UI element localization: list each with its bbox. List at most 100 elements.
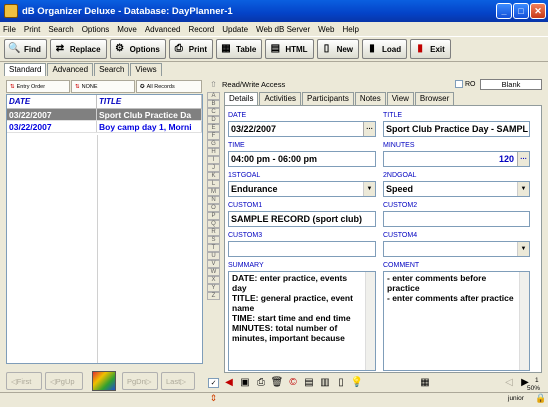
alpha-z[interactable]: Z xyxy=(207,292,220,300)
find-button[interactable]: 🔍 Find xyxy=(4,39,47,59)
lightbulb-icon[interactable]: 💡 xyxy=(350,376,364,390)
alpha-m[interactable]: M xyxy=(207,188,220,196)
minimize-button[interactable]: _ xyxy=(496,3,512,19)
attach-icon[interactable]: ▯ xyxy=(334,376,348,390)
record-list[interactable]: DATE TITLE 03/22/2007 Sport Club Practic… xyxy=(6,94,203,364)
alpha-s[interactable]: S xyxy=(207,236,220,244)
tab-standard[interactable]: Standard xyxy=(4,63,47,76)
date-picker-button[interactable]: … xyxy=(363,122,375,136)
goal2-select[interactable]: Speed ▼ xyxy=(383,181,530,197)
entry-order-button[interactable]: ⇅ Entry Order xyxy=(6,80,70,93)
alpha-w[interactable]: W xyxy=(207,268,220,276)
alpha-k[interactable]: K xyxy=(207,172,220,180)
column-title[interactable]: TITLE xyxy=(97,95,202,108)
minutes-field[interactable]: 120… xyxy=(383,151,530,167)
none-button[interactable]: ⇅ NONE xyxy=(71,80,135,93)
tab-view[interactable]: View xyxy=(386,92,414,105)
menu-search[interactable]: Search xyxy=(48,25,73,34)
chevron-down-icon[interactable]: ▼ xyxy=(517,242,529,256)
all-records-button[interactable]: ✪ All Records xyxy=(136,80,202,93)
alpha-u[interactable]: U xyxy=(207,252,220,260)
pgdn-button[interactable]: PgDn ▷ xyxy=(122,372,158,390)
chevron-down-icon[interactable]: ▼ xyxy=(517,182,529,196)
summary-textarea[interactable]: DATE: enter practice, events day TITLE: … xyxy=(228,271,376,371)
alpha-q[interactable]: Q xyxy=(207,220,220,228)
alpha-b[interactable]: B xyxy=(207,100,220,108)
arrow-up-icon[interactable]: ⇧ xyxy=(208,80,219,90)
alpha-r[interactable]: R xyxy=(207,228,220,236)
close-button[interactable]: ✕ xyxy=(530,3,546,19)
alpha-t[interactable]: T xyxy=(207,244,220,252)
alpha-c[interactable]: C xyxy=(207,108,220,116)
check-icon[interactable]: ✓ xyxy=(208,378,219,388)
alpha-n[interactable]: N xyxy=(207,196,220,204)
alpha-g[interactable]: G xyxy=(207,140,220,148)
menu-web[interactable]: Web xyxy=(318,25,334,34)
print-icon[interactable]: ⎙ xyxy=(254,376,268,390)
alpha-i[interactable]: I xyxy=(207,156,220,164)
minutes-button[interactable]: … xyxy=(517,152,529,166)
import-icon[interactable]: ▥ xyxy=(318,376,332,390)
tab-browser[interactable]: Browser xyxy=(414,92,455,105)
tab-views[interactable]: Views xyxy=(130,63,162,76)
menu-record[interactable]: Record xyxy=(188,25,214,34)
exit-button[interactable]: ▮ Exit xyxy=(410,39,451,59)
blank-button[interactable]: Blank xyxy=(480,79,542,90)
tab-search[interactable]: Search xyxy=(94,63,130,76)
comment-textarea[interactable]: - enter comments before practice - enter… xyxy=(383,271,530,371)
alpha-y[interactable]: Y xyxy=(207,284,220,292)
comment-scrollbar[interactable] xyxy=(519,272,529,370)
alpha-h[interactable]: H xyxy=(207,148,220,156)
alpha-l[interactable]: L xyxy=(207,180,220,188)
chevron-down-icon[interactable]: ▼ xyxy=(363,182,375,196)
tab-details[interactable]: Details xyxy=(224,92,259,105)
date-field[interactable]: 03/22/2007… xyxy=(228,121,376,137)
menu-move[interactable]: Move xyxy=(117,25,137,34)
prev-icon[interactable]: ◁ xyxy=(502,376,516,390)
table-button[interactable]: ▦ Table xyxy=(216,39,263,59)
tab-advanced[interactable]: Advanced xyxy=(47,63,94,76)
ro-checkbox[interactable]: RO xyxy=(455,80,476,88)
html-button[interactable]: ▤ HTML xyxy=(265,39,314,59)
menu-print[interactable]: Print xyxy=(24,25,40,34)
last-button[interactable]: Last ▷ xyxy=(161,372,195,390)
menu-advanced[interactable]: Advanced xyxy=(145,25,181,34)
tab-notes[interactable]: Notes xyxy=(354,92,386,105)
alpha-v[interactable]: V xyxy=(207,260,220,268)
options-button[interactable]: ⚙ Options xyxy=(109,39,166,59)
report-icon[interactable]: ▦ xyxy=(418,376,432,390)
alpha-j[interactable]: J xyxy=(207,164,220,172)
pgup-button[interactable]: ◁ PgUp xyxy=(45,372,83,390)
delete-icon[interactable]: 🗑 xyxy=(270,376,284,390)
alpha-a[interactable]: A xyxy=(207,92,220,100)
time-field[interactable]: 04:00 pm - 06:00 pm xyxy=(228,151,376,167)
new-button[interactable]: ▯ New xyxy=(316,39,360,59)
menu-options[interactable]: Options xyxy=(82,25,110,34)
custom1-field[interactable]: SAMPLE RECORD (sport club) xyxy=(228,211,376,227)
alpha-e[interactable]: E xyxy=(207,124,220,132)
goal1-select[interactable]: Endurance ▼ xyxy=(228,181,376,197)
column-date[interactable]: DATE xyxy=(7,95,97,108)
tab-participants[interactable]: Participants xyxy=(302,92,354,105)
title-field[interactable]: Sport Club Practice Day - SAMPL xyxy=(383,121,530,137)
export-icon[interactable]: ▤ xyxy=(302,376,316,390)
summary-scrollbar[interactable] xyxy=(365,272,375,370)
list-item[interactable]: 03/22/2007 Boy camp day 1, Morni xyxy=(7,121,202,133)
maximize-button[interactable]: □ xyxy=(513,3,529,19)
print-button[interactable]: ⎙ Print xyxy=(168,39,214,59)
first-button[interactable]: ◁ First xyxy=(6,372,42,390)
list-item[interactable]: 03/22/2007 Sport Club Practice Da xyxy=(7,109,202,121)
back-arrow-icon[interactable]: ◀ xyxy=(222,376,236,390)
menu-web-db-server[interactable]: Web dB Server xyxy=(256,25,310,34)
copy-icon[interactable]: © xyxy=(286,376,300,390)
alpha-o[interactable]: O xyxy=(207,204,220,212)
replace-button[interactable]: ⇄ Replace xyxy=(49,39,107,59)
custom2-field[interactable] xyxy=(383,211,530,227)
alpha-f[interactable]: F xyxy=(207,132,220,140)
save-icon[interactable]: ▣ xyxy=(238,376,252,390)
alpha-x[interactable]: X xyxy=(207,276,220,284)
menu-file[interactable]: File xyxy=(3,25,16,34)
alpha-p[interactable]: P xyxy=(207,212,220,220)
menu-update[interactable]: Update xyxy=(222,25,248,34)
tab-activities[interactable]: Activities xyxy=(259,92,302,105)
